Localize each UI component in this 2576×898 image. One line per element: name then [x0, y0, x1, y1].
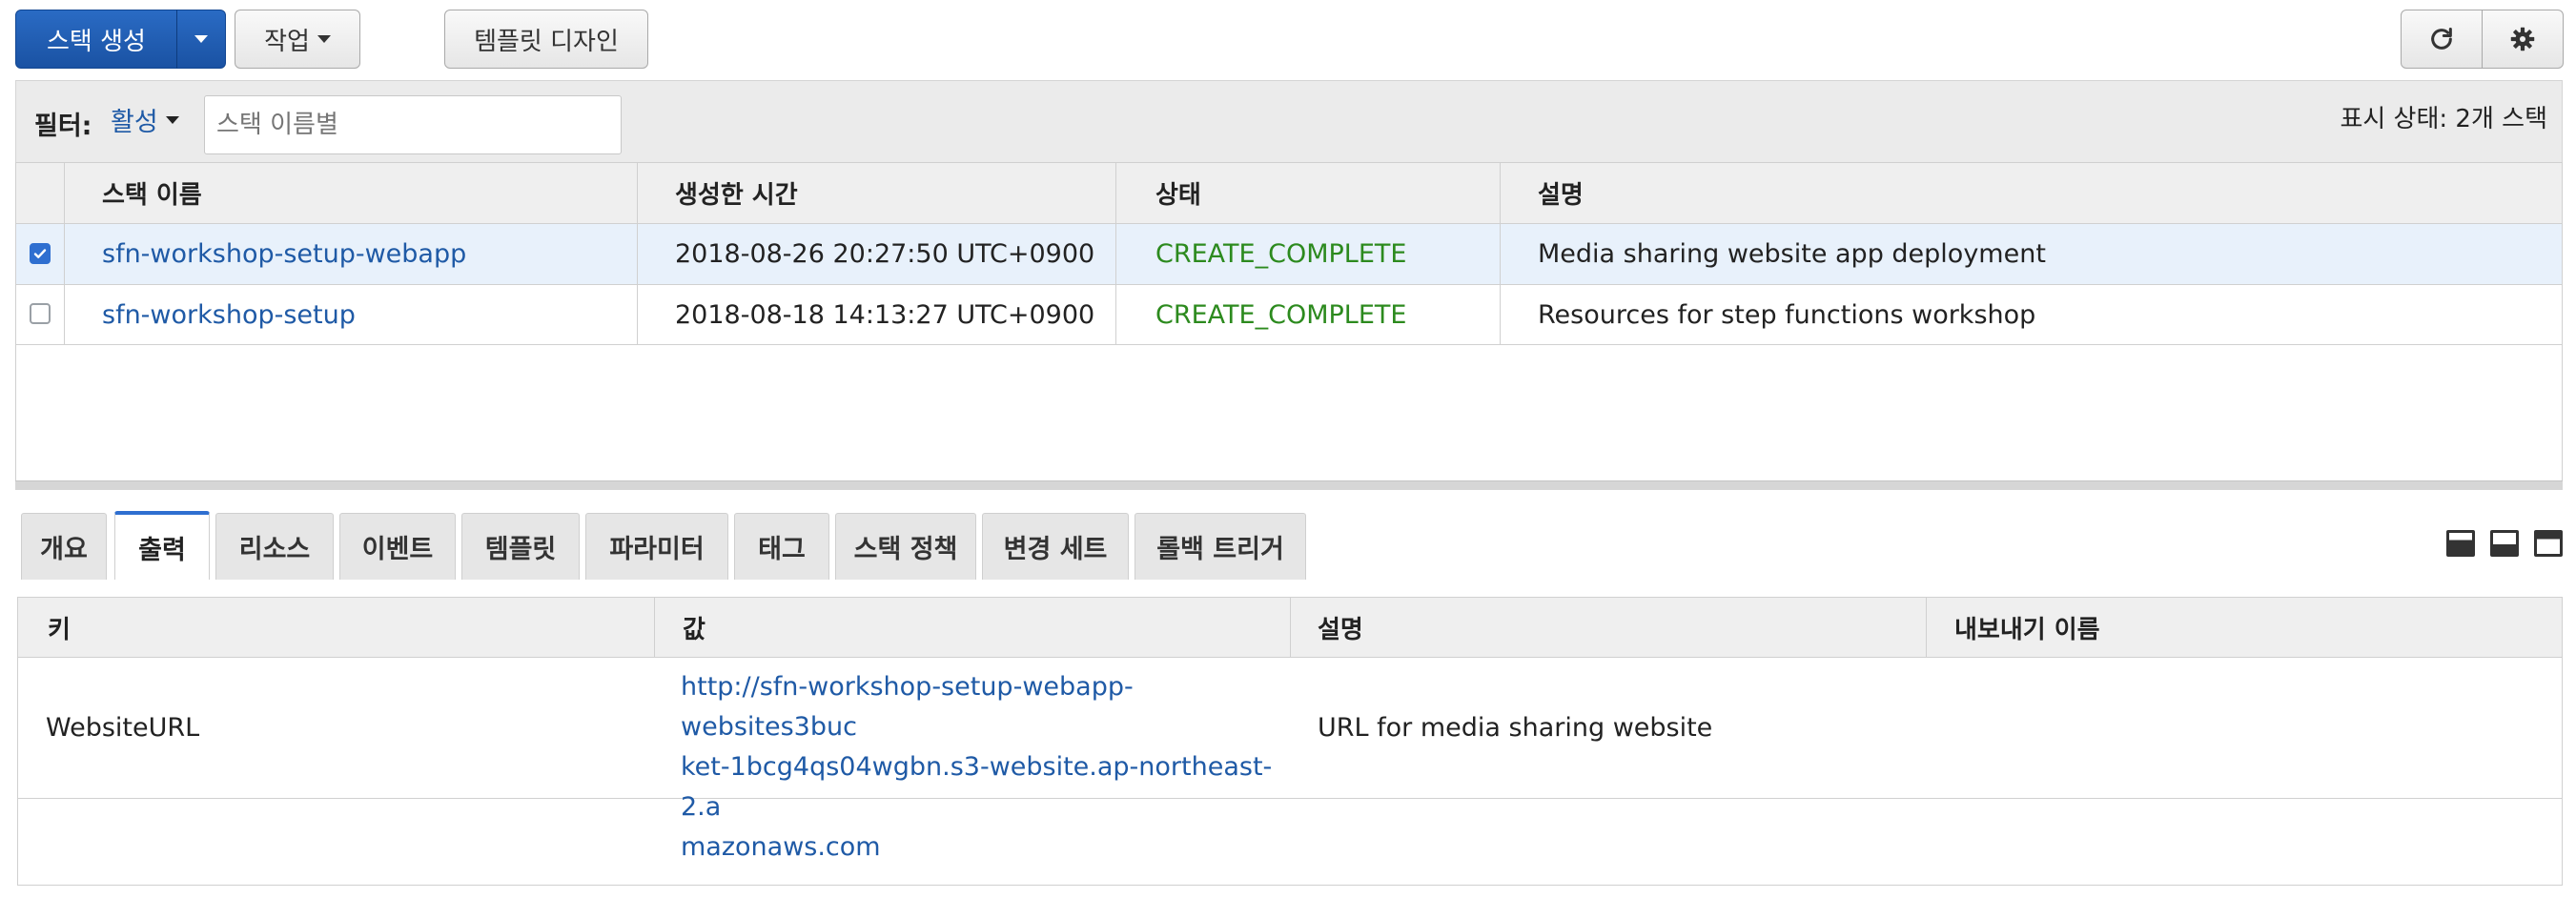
- layout-top-panel-icon[interactable]: [2534, 530, 2563, 557]
- stack-status: CREATE_COMPLETE: [1155, 239, 1407, 269]
- output-description: URL for media sharing website: [1318, 713, 1713, 743]
- tab-stack-policy[interactable]: 스택 정책: [835, 513, 976, 580]
- column-header-description[interactable]: 설명: [1538, 163, 1584, 223]
- actions-button[interactable]: 작업: [235, 10, 360, 69]
- stack-created-time: 2018-08-18 14:13:27 UTC+0900: [675, 299, 1095, 330]
- stack-created-time: 2018-08-26 20:27:50 UTC+0900: [675, 239, 1095, 269]
- tab-template[interactable]: 템플릿: [461, 513, 580, 580]
- layout-split-panel-icon[interactable]: [2490, 530, 2519, 557]
- stack-status: CREATE_COMPLETE: [1155, 299, 1407, 330]
- row-select-checkbox[interactable]: [30, 243, 51, 264]
- actions-label: 작업: [264, 27, 310, 56]
- check-icon: [33, 249, 47, 258]
- stacks-table-header: [16, 163, 2562, 223]
- tab-overview[interactable]: 개요: [21, 513, 107, 580]
- chevron-down-icon: [165, 115, 179, 124]
- stack-name-link[interactable]: sfn-workshop-setup-webapp: [102, 224, 466, 284]
- status-filter-label: 활성: [111, 108, 158, 137]
- tab-rollback-triggers[interactable]: 롤백 트리거: [1135, 513, 1306, 580]
- refresh-button[interactable]: [2401, 10, 2483, 69]
- column-header-created-time[interactable]: 생성한 시간: [675, 163, 798, 223]
- gear-icon: [2510, 27, 2535, 51]
- create-stack-button[interactable]: 스택 생성: [15, 10, 177, 69]
- output-value-line: mazonaws.com: [681, 832, 881, 862]
- panel-resize-handle[interactable]: [15, 480, 2563, 490]
- output-value-line: ket-1bcg4qs04wgbn.s3-website.ap-northeas…: [681, 752, 1273, 822]
- column-header-export-name[interactable]: 내보내기 이름: [1954, 598, 2100, 657]
- column-header-key[interactable]: 키: [48, 598, 71, 657]
- output-key: WebsiteURL: [46, 713, 200, 743]
- design-template-label: 템플릿 디자인: [474, 27, 619, 56]
- tab-events[interactable]: 이벤트: [339, 513, 456, 580]
- display-status-summary: 표시 상태: 2개 스택: [2340, 105, 2547, 133]
- column-header-stack-name[interactable]: 스택 이름: [102, 163, 202, 223]
- create-stack-label: 스택 생성: [47, 27, 146, 56]
- column-header-output-description[interactable]: 설명: [1318, 598, 1363, 657]
- stack-description: Resources for step functions workshop: [1538, 299, 2036, 330]
- chevron-down-icon: [194, 35, 208, 43]
- tab-parameters[interactable]: 파라미터: [585, 513, 728, 580]
- column-header-value[interactable]: 값: [683, 598, 705, 657]
- output-value-link[interactable]: http://sfn-workshop-setup-webapp-website…: [681, 667, 1291, 867]
- row-select-checkbox[interactable]: [30, 303, 51, 324]
- status-filter-dropdown[interactable]: 활성: [111, 101, 179, 138]
- stack-description: Media sharing website app deployment: [1538, 239, 2046, 269]
- column-header-status[interactable]: 상태: [1155, 163, 1201, 223]
- tab-outputs[interactable]: 출력: [114, 511, 210, 580]
- stack-name-search-input[interactable]: [204, 95, 622, 154]
- output-value-line: http://sfn-workshop-setup-webapp-website…: [681, 672, 1134, 742]
- filter-label: 필터:: [34, 112, 92, 141]
- tab-tags[interactable]: 태그: [734, 513, 829, 580]
- layout-bottom-panel-icon[interactable]: [2446, 530, 2475, 557]
- tab-resources[interactable]: 리소스: [215, 513, 334, 580]
- settings-button[interactable]: [2482, 10, 2564, 69]
- create-stack-dropdown-button[interactable]: [176, 10, 226, 69]
- stack-name-link[interactable]: sfn-workshop-setup: [102, 285, 356, 344]
- refresh-icon: [2431, 27, 2452, 50]
- chevron-down-icon: [317, 35, 331, 43]
- tab-change-sets[interactable]: 변경 세트: [982, 513, 1129, 580]
- design-template-button[interactable]: 템플릿 디자인: [444, 10, 648, 69]
